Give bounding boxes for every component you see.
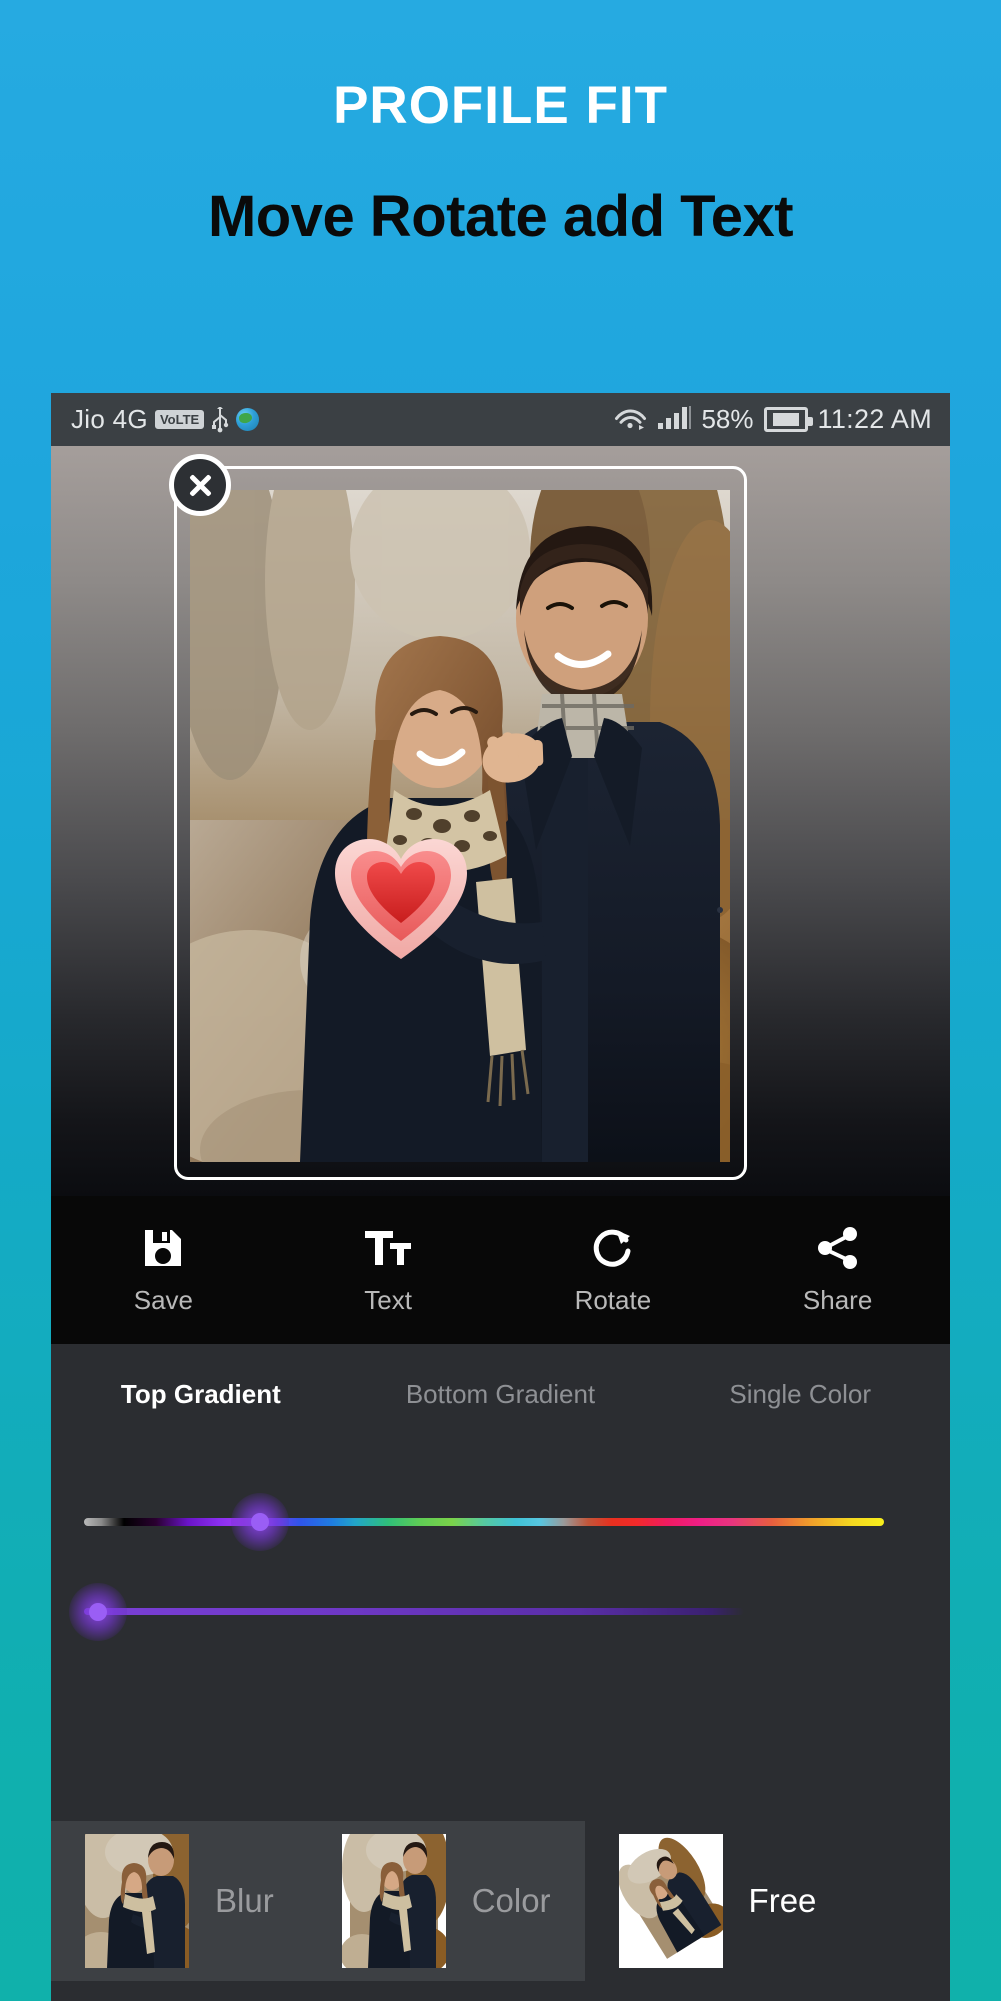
free-preview-thumbnail: [618, 1834, 723, 1968]
text-button[interactable]: Text: [276, 1196, 501, 1344]
tab-bottom-gradient[interactable]: Bottom Gradient: [351, 1379, 651, 1410]
heart-sticker[interactable]: [329, 831, 474, 966]
hue-slider-thumb[interactable]: [231, 1493, 289, 1551]
mode-bar: Blur Color Free: [51, 1801, 950, 2001]
signal-bars-icon: [657, 404, 692, 435]
rotate-cw-icon: [590, 1224, 636, 1272]
share-icon: [815, 1224, 861, 1272]
wifi-icon: [614, 404, 647, 435]
hue-slider-track: [84, 1518, 884, 1526]
status-bar: Jio 4G VoLTE 58% 11:22 AM: [51, 393, 950, 446]
mode-free-label: Free: [748, 1882, 817, 1919]
battery-charging-icon: [763, 407, 813, 432]
mode-blur-label: Blur: [215, 1882, 274, 1919]
hue-slider[interactable]: [51, 1492, 950, 1552]
gradient-tabs: Top Gradient Bottom Gradient Single Colo…: [51, 1344, 950, 1444]
color-preview-thumbnail: [341, 1834, 446, 1968]
page-title: PROFILE FIT: [333, 76, 668, 135]
save-button[interactable]: Save: [51, 1196, 276, 1344]
shade-slider[interactable]: [51, 1582, 950, 1642]
mode-blur[interactable]: Blur: [51, 1821, 308, 1981]
tab-top-gradient[interactable]: Top Gradient: [51, 1379, 351, 1410]
shade-slider-thumb[interactable]: [69, 1583, 127, 1641]
selection-frame[interactable]: [174, 466, 747, 1180]
share-button[interactable]: Share: [725, 1196, 950, 1344]
editor-canvas[interactable]: [51, 446, 950, 1196]
share-label: Share: [802, 1285, 873, 1315]
rotate-button[interactable]: Rotate: [501, 1196, 726, 1344]
phone-screenshot: Jio 4G VoLTE 58% 11:22 AM Save Text Rota…: [51, 393, 950, 2001]
text-label: Text: [364, 1285, 412, 1315]
close-icon[interactable]: [169, 454, 231, 516]
save-label: Save: [133, 1285, 193, 1315]
usb-icon: [211, 405, 229, 433]
volte-badge: VoLTE: [154, 410, 205, 429]
text-format-icon: [363, 1224, 413, 1272]
mode-color-label: Color: [471, 1882, 551, 1919]
action-toolbar: Save Text Rotate Share: [51, 1196, 950, 1344]
clock-label: 11:22 AM: [817, 404, 932, 434]
rotate-label: Rotate: [574, 1285, 652, 1315]
globe-icon: [236, 408, 260, 431]
carrier-label: Jio 4G: [71, 404, 148, 434]
battery-percent-label: 58%: [701, 404, 754, 434]
page-subtitle: Move Rotate add Text: [207, 184, 794, 249]
blur-preview-thumbnail: [85, 1834, 189, 1968]
slider-panel: [51, 1444, 950, 1801]
shade-slider-track: [84, 1608, 744, 1615]
mode-color[interactable]: Color: [307, 1821, 585, 1981]
mode-free[interactable]: Free: [585, 1821, 851, 1981]
save-icon: [140, 1224, 186, 1272]
tab-single-color[interactable]: Single Color: [650, 1379, 950, 1410]
